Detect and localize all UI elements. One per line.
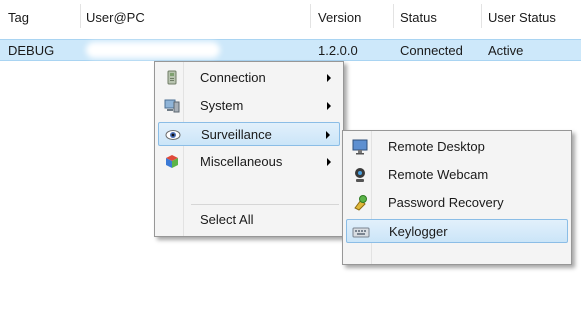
menu-item-remote-desktop[interactable]: Remote Desktop: [346, 135, 568, 159]
cell-user-status: Active: [488, 43, 524, 58]
menu-item-label: Surveillance: [201, 127, 272, 142]
cell-version: 1.2.0.0: [318, 43, 358, 58]
submenu-arrow-icon: [327, 158, 331, 166]
menu-item-label: Miscellaneous: [200, 154, 283, 169]
submenu-arrow-icon: [327, 102, 331, 110]
menu-separator: [191, 204, 339, 205]
redacted-user-pc: [86, 42, 220, 58]
connection-icon: [163, 69, 181, 87]
column-header-status[interactable]: Status: [393, 0, 477, 32]
system-icon: [163, 97, 181, 115]
column-header-tag[interactable]: Tag: [8, 0, 29, 32]
menu-item-surveillance[interactable]: Surveillance: [158, 122, 340, 146]
menu-item-label: Keylogger: [389, 224, 448, 239]
submenu-arrow-icon: [327, 74, 331, 82]
menu-item-label: Remote Webcam: [388, 167, 489, 182]
menu-item-system[interactable]: System: [158, 94, 340, 118]
menu-item-label: Remote Desktop: [388, 139, 485, 154]
menu-item-connection[interactable]: Connection: [158, 66, 340, 90]
context-menu: Connection System Surveillance Miscellan…: [154, 61, 344, 237]
menu-item-keylogger[interactable]: Keylogger: [346, 219, 568, 243]
table-row[interactable]: DEBUG 1.2.0.0 Connected Active: [0, 39, 581, 61]
misc-icon: [163, 153, 181, 171]
surveillance-submenu: Remote Desktop Remote Webcam Password Re…: [342, 130, 572, 265]
menu-item-miscellaneous[interactable]: Miscellaneous: [158, 150, 340, 174]
key-icon: [351, 194, 369, 212]
menu-item-label: Select All: [200, 212, 254, 227]
menu-item-remote-webcam[interactable]: Remote Webcam: [346, 163, 568, 187]
eye-icon: [164, 126, 182, 144]
menu-item-label: Connection: [200, 70, 266, 85]
keyboard-icon: [352, 223, 370, 241]
table-header: Tag User@PC Version Status User Status: [0, 0, 581, 32]
webcam-icon: [351, 166, 369, 184]
column-header-version[interactable]: Version: [310, 0, 384, 32]
cell-tag: DEBUG: [8, 43, 55, 58]
menu-item-label: Password Recovery: [388, 195, 504, 210]
menu-item-label: System: [200, 98, 244, 113]
menu-item-select-all[interactable]: Select All: [158, 208, 340, 232]
menu-item-password-recovery[interactable]: Password Recovery: [346, 191, 568, 215]
cell-status: Connected: [400, 43, 463, 58]
column-header-user-status[interactable]: User Status: [481, 0, 581, 32]
monitor-icon: [351, 138, 369, 156]
column-header-user-pc[interactable]: User@PC: [80, 0, 310, 32]
submenu-arrow-icon: [326, 131, 330, 139]
